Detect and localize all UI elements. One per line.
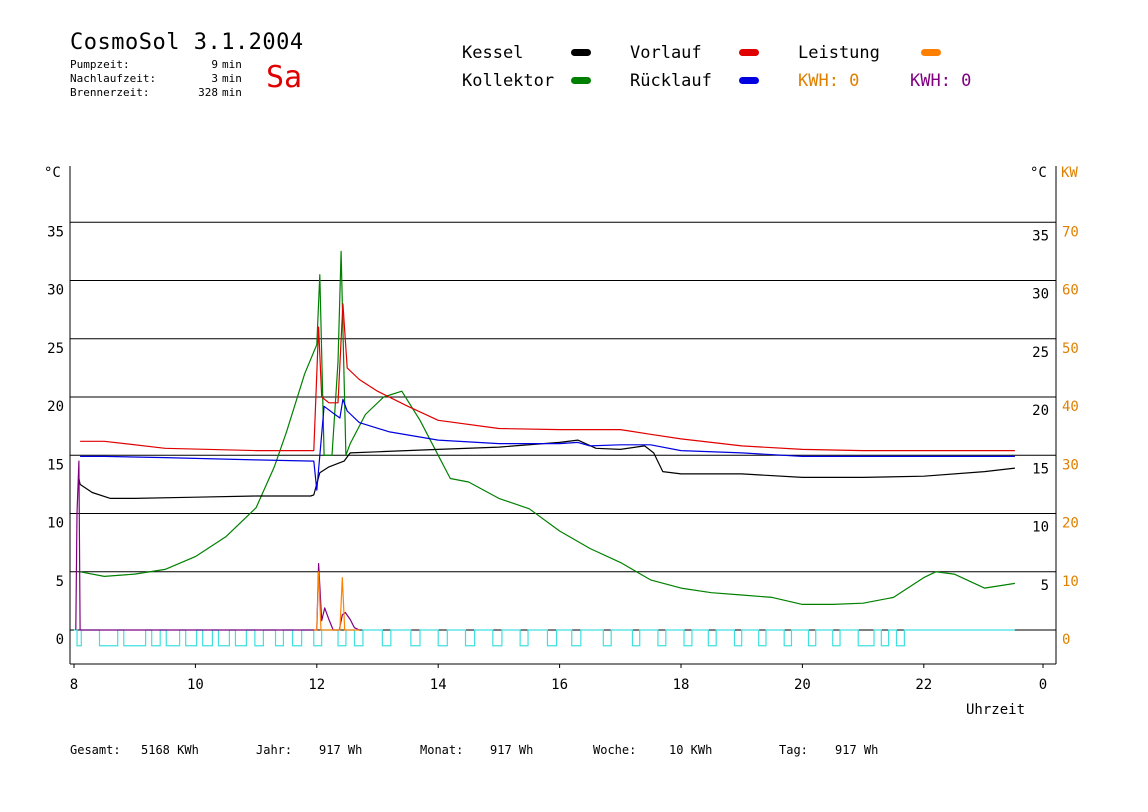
y-tick-label-left: 25 [47,341,64,357]
y-tick-label-right: 15 [1032,461,1049,477]
footer-tag-label: Tag: [779,743,808,757]
series-line-kessel [78,439,1015,499]
y-tick-label-right: 30 [1032,287,1049,303]
footer-gesamt-label: Gesamt: [70,743,121,757]
footer-gesamt-value: 5168 KWh [141,743,199,757]
footer-woche-label: Woche: [593,743,637,757]
y-tick-label-right-kw: 0 [1062,632,1070,648]
y-tick-label-left: 30 [47,283,64,299]
y-tick-label-right-kw: 70 [1062,224,1079,240]
temperature-chart: 0 5 10 15 20 25 30 35 5 10 15 20 25 30 35 0 10 20 30 40 50 60… [47,166,1079,693]
footer-jahr-value: 917 Wh [319,743,363,757]
x-tick-label: 8 [70,677,78,693]
y-tick-label-left: 5 [56,574,64,590]
footer-monat-value: 917 Wh [490,743,534,757]
footer-jahr-label: Jahr: [256,743,293,757]
x-tick-label: 14 [430,677,447,693]
y-tick-label-left: 10 [47,516,64,532]
footer-monat-label: Monat: [420,743,464,757]
x-tick-label: 0 [1039,677,1047,693]
y-tick-label-left: 20 [47,399,64,415]
y-tick-label-right-kw: 20 [1062,516,1079,532]
y-tick-label-right: 25 [1032,345,1049,361]
x-tick-label: 20 [794,677,811,693]
x-tick-label: 22 [915,677,932,693]
y-tick-label-left: 0 [56,632,64,648]
y-tick-label-left: 35 [47,224,64,240]
x-tick-label: 12 [308,677,325,693]
y-tick-label-right: 10 [1032,520,1049,536]
y-tick-label-right-kw: 10 [1062,574,1079,590]
series-line-kollektor [79,250,1015,606]
series-line-vorlauf [80,303,1015,452]
x-tick-label: 18 [673,677,690,693]
y-tick-label-right: 20 [1032,403,1049,419]
x-tick-label: 10 [187,677,204,693]
series-line-pumpe [74,629,1015,647]
series-line-ruecklauf [80,398,1015,491]
y-tick-label-right-kw: 40 [1062,399,1079,415]
y-tick-label-right: 35 [1032,228,1049,244]
y-tick-label-right-kw: 30 [1062,457,1079,473]
footer-tag-value: 917 Wh [835,743,879,757]
x-tick-label: 16 [551,677,568,693]
footer-woche-value: 10 KWh [669,743,713,757]
y-tick-label-right: 5 [1041,578,1049,594]
y-tick-label-right-kw: 60 [1062,283,1079,299]
y-tick-label-left: 15 [47,457,64,473]
y-tick-label-right-kw: 50 [1062,341,1079,357]
